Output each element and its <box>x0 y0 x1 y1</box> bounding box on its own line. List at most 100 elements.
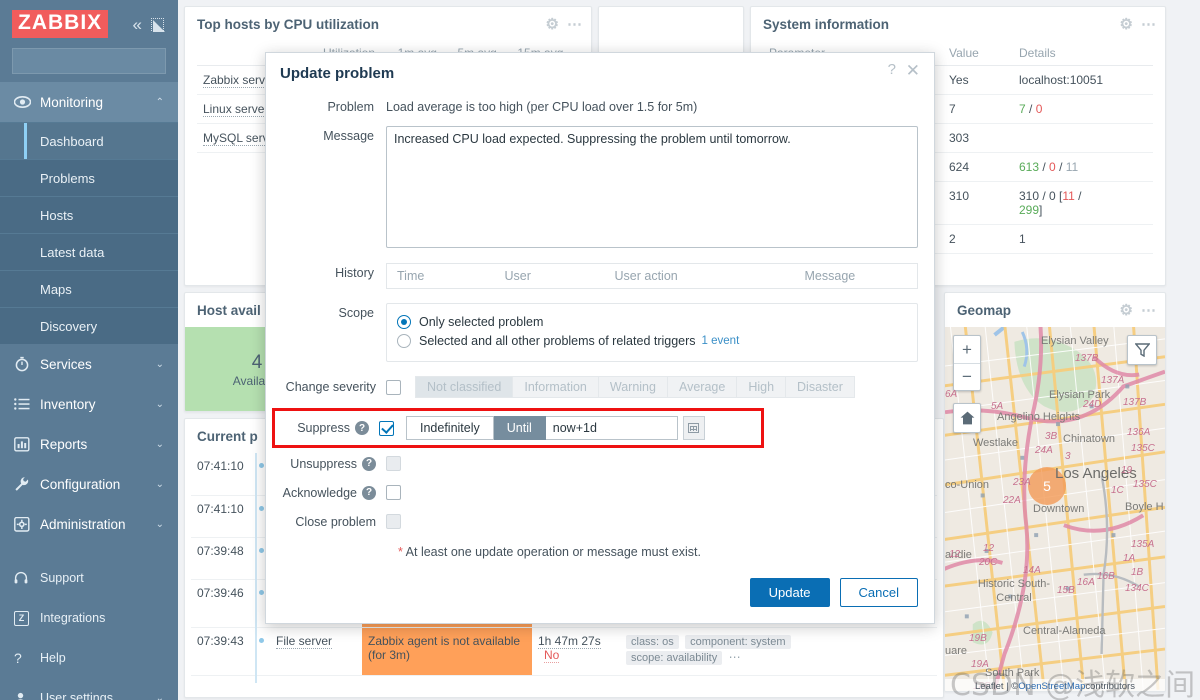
list-icon <box>14 398 40 410</box>
suppress-help-icon[interactable]: ? <box>355 421 369 435</box>
sidebar-item-problems[interactable]: Problems <box>0 159 178 196</box>
map-highway-label: 16A <box>1077 577 1095 588</box>
table-header-row: Time User User action Message <box>387 264 918 289</box>
required-note-text: At least one update operation or message… <box>402 545 701 559</box>
tag-chip[interactable]: component: system <box>685 634 791 649</box>
openstreetmap-link[interactable]: OpenStreetMap <box>1018 681 1085 692</box>
problem-name[interactable]: Zabbix agent is not available (for 3m) <box>362 627 532 676</box>
search-input[interactable] <box>19 54 174 68</box>
more-options-icon[interactable]: ⋯ <box>1141 301 1157 319</box>
sidebar-item-latest-data-label: Latest data <box>40 244 105 260</box>
more-tags-icon[interactable]: ⋯ <box>729 650 742 664</box>
sidebar-item-dashboard[interactable]: Dashboard <box>0 122 178 159</box>
sidebar-item-latest-data[interactable]: Latest data <box>0 233 178 270</box>
expand-sidebar-icon[interactable] <box>151 17 165 32</box>
radio-icon[interactable] <box>397 334 411 348</box>
more-options-icon[interactable]: ⋯ <box>1141 15 1157 33</box>
cancel-button[interactable]: Cancel <box>839 578 918 607</box>
sidebar-item-reports-label: Reports <box>40 436 88 452</box>
widget-title: System information <box>763 16 890 32</box>
sidebar-search[interactable] <box>12 48 174 74</box>
gear-icon[interactable]: ⚙ <box>1120 301 1133 319</box>
change-severity-checkbox[interactable] <box>386 379 401 395</box>
table-row[interactable]: 07:39:43 File server Zabbix agent is not… <box>191 627 937 682</box>
related-event-count[interactable]: 1 event <box>702 335 740 347</box>
sidebar-item-administration[interactable]: Administration ⌄ <box>0 504 178 544</box>
history-label: History <box>335 266 374 280</box>
zabbix-logo[interactable]: ZABBIX <box>12 10 109 38</box>
collapse-sidebar-icon[interactable]: « <box>133 16 142 33</box>
chevron-down-icon: ⌄ <box>155 358 164 370</box>
message-textarea[interactable] <box>386 126 918 248</box>
sidebar-item-inventory[interactable]: Inventory ⌄ <box>0 384 178 424</box>
map-highway-label: 3 <box>1065 451 1071 462</box>
attribution-prefix: Leaflet | © <box>975 680 1019 692</box>
sidebar-item-services[interactable]: Services ⌄ <box>0 344 178 384</box>
severity-button-high[interactable]: High <box>737 376 787 398</box>
sidebar-item-dashboard-label: Dashboard <box>40 133 104 149</box>
acknowledge-label-wrap: Acknowledge ? <box>282 485 386 500</box>
sidebar-item-monitoring[interactable]: Monitoring ⌃ <box>0 82 178 122</box>
radio-icon-selected[interactable] <box>397 315 411 329</box>
sidebar-item-help[interactable]: ? Help <box>0 638 178 678</box>
unsuppress-label-wrap: Unsuppress ? <box>282 456 386 471</box>
scope-option-related-triggers[interactable]: Selected and all other problems of relat… <box>397 334 907 348</box>
sidebar-header: ZABBIX « <box>0 0 178 44</box>
severity-button-information[interactable]: Information <box>513 376 599 398</box>
unsuppress-checkbox[interactable] <box>386 456 401 471</box>
sidebar-item-hosts[interactable]: Hosts <box>0 196 178 233</box>
sidebar-item-integrations[interactable]: Z Integrations <box>0 598 178 638</box>
map-canvas[interactable]: + − 5 Elysian Valley Elysian Park Angeli… <box>945 327 1165 692</box>
sidebar-item-reports[interactable]: Reports ⌄ <box>0 424 178 464</box>
close-problem-checkbox[interactable] <box>386 514 401 529</box>
tag-chip[interactable]: scope: availability <box>626 650 723 665</box>
more-options-icon[interactable]: ⋯ <box>567 15 583 33</box>
unsuppress-help-icon[interactable]: ? <box>362 456 376 471</box>
calendar-icon[interactable] <box>682 416 705 440</box>
sidebar-item-configuration[interactable]: Configuration ⌄ <box>0 464 178 504</box>
close-icon[interactable]: ✕ <box>906 61 920 81</box>
suppress-mode-indefinitely[interactable]: Indefinitely <box>406 416 494 440</box>
filter-icon[interactable] <box>1127 335 1157 365</box>
home-icon[interactable] <box>954 404 980 431</box>
map-highway-label: 136A <box>1127 427 1151 438</box>
suppress-checkbox[interactable] <box>379 420 394 436</box>
problem-time: 07:39:48 <box>191 537 253 580</box>
suppress-mode-until[interactable]: Until <box>493 416 546 440</box>
severity-button-not-classified[interactable]: Not classified <box>415 376 514 398</box>
sidebar-item-user-settings[interactable]: User settings ⌄ <box>0 678 178 700</box>
sidebar-item-support[interactable]: Support <box>0 558 178 598</box>
zoom-out-button[interactable]: − <box>954 363 980 390</box>
acknowledge-help-icon[interactable]: ? <box>362 485 376 500</box>
map-highway-label: 5A <box>991 401 1004 412</box>
problem-ack[interactable]: No <box>544 647 560 663</box>
acknowledge-checkbox[interactable] <box>386 485 401 500</box>
map-highway-label: 135C <box>1133 479 1157 490</box>
severity-button-warning[interactable]: Warning <box>598 376 668 398</box>
details-cell: localhost:10051 <box>1013 65 1153 95</box>
sidebar-item-inventory-label: Inventory <box>40 396 96 412</box>
map-highway-label: 16B <box>1097 571 1115 582</box>
chevron-down-icon: ⌄ <box>155 478 164 490</box>
sidebar-item-maps[interactable]: Maps <box>0 270 178 307</box>
map-label: Central-Alameda <box>1023 625 1106 637</box>
severity-button-average[interactable]: Average <box>667 376 738 398</box>
tag-chip[interactable]: class: os <box>626 634 679 649</box>
suppress-until-input[interactable] <box>545 416 678 440</box>
scope-option-label: Only selected problem <box>419 315 544 329</box>
zoom-in-button[interactable]: + <box>954 336 980 363</box>
severity-button-disaster[interactable]: Disaster <box>786 376 855 398</box>
gear-icon[interactable]: ⚙ <box>546 15 559 33</box>
problem-tags: class: os component: system scope: avail… <box>620 627 937 676</box>
gear-icon[interactable]: ⚙ <box>1120 15 1133 33</box>
widget-geomap: Geomap ⚙ ⋯ + − 5 Elysian Valley Elysian … <box>944 292 1166 692</box>
update-button[interactable]: Update <box>749 578 830 607</box>
host-link[interactable]: Linux server <box>203 102 269 117</box>
help-icon[interactable]: ? <box>888 61 896 78</box>
problem-host[interactable]: File server <box>270 627 362 676</box>
value-cell: 624 <box>943 152 1013 182</box>
problem-time: 07:41:10 <box>191 453 253 496</box>
scope-option-only-selected[interactable]: Only selected problem <box>397 315 907 329</box>
modal-title: Update problem <box>280 65 395 82</box>
sidebar-item-discovery[interactable]: Discovery <box>0 307 178 344</box>
